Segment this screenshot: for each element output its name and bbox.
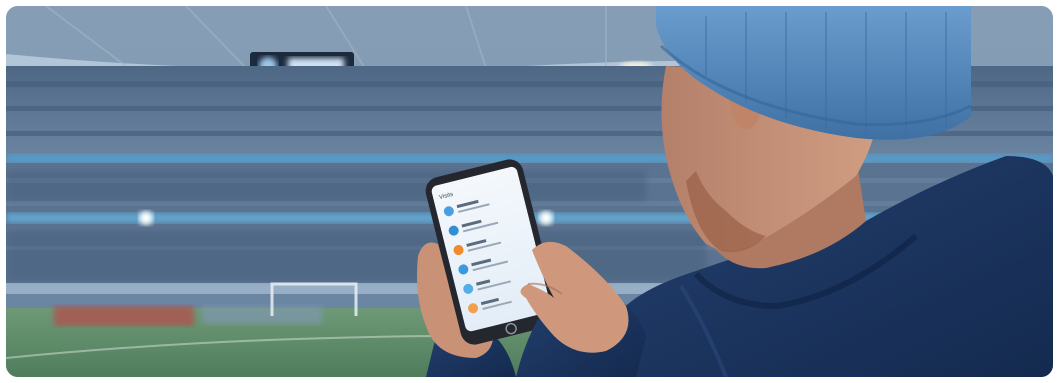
stadium-photo: Visits: [6, 6, 1053, 377]
led-ribbon: [6, 154, 1053, 163]
photo-frame: Visits: [6, 6, 1053, 377]
ad-board: [54, 306, 194, 326]
